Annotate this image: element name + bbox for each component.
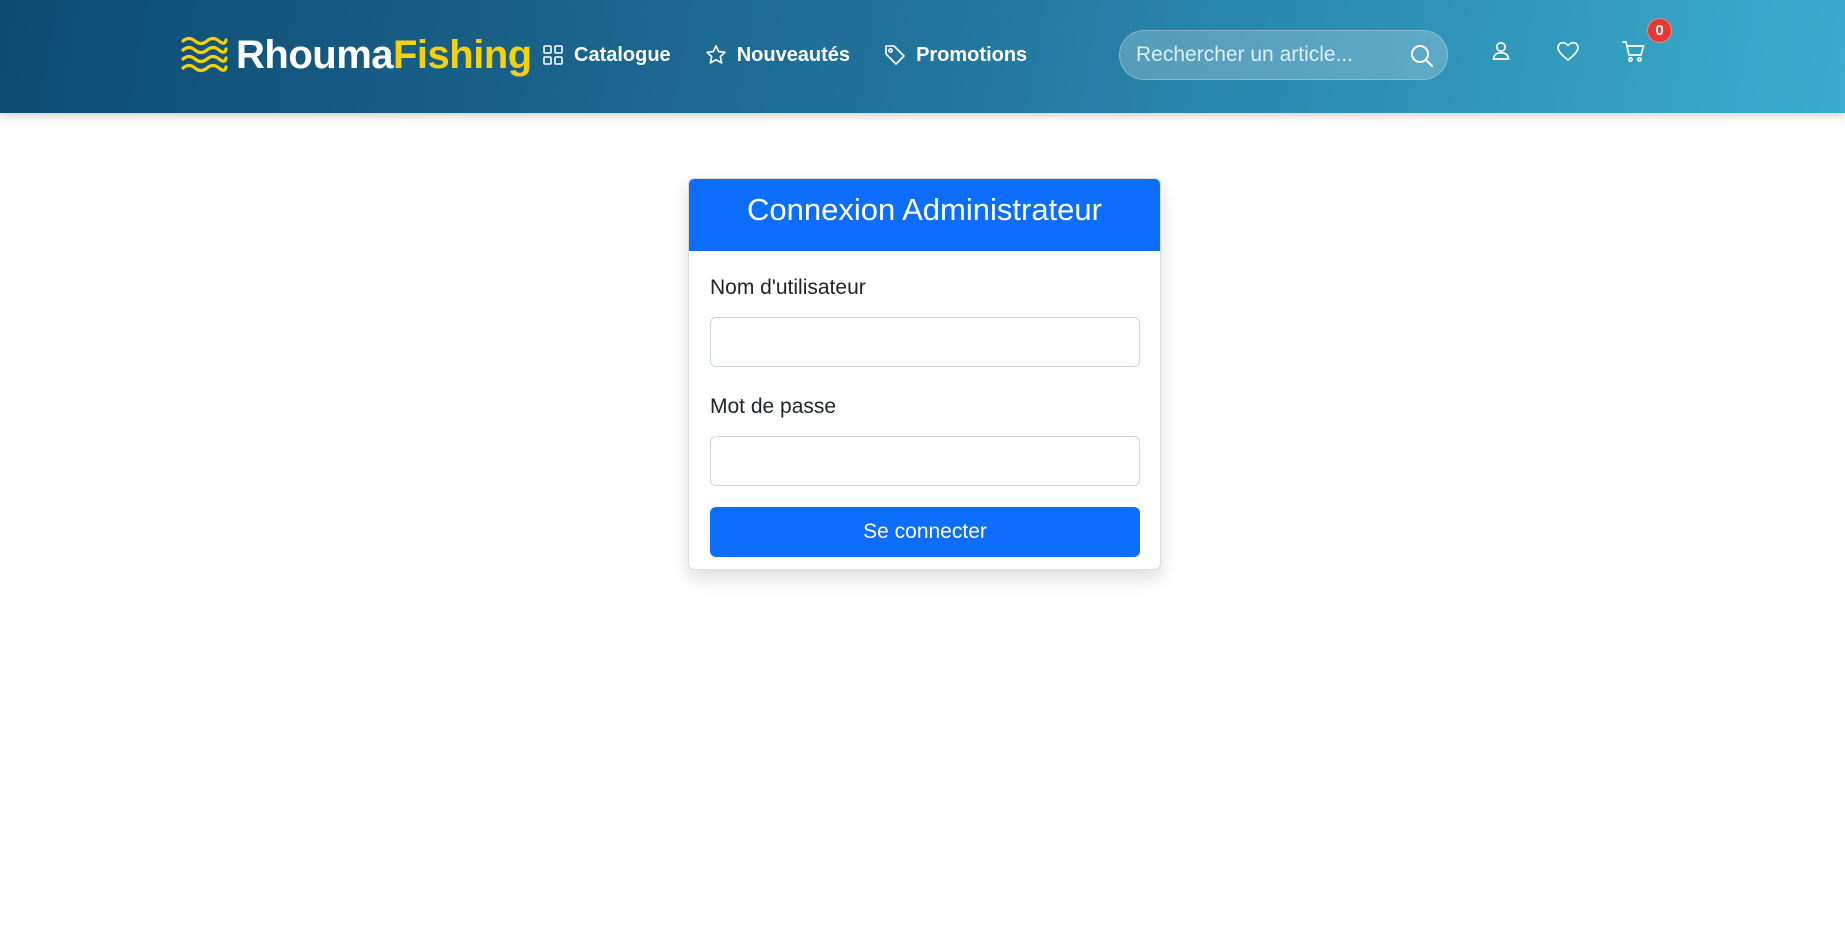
nav-item-catalogue[interactable]: Catalogue xyxy=(542,38,671,72)
tag-icon xyxy=(885,45,905,65)
nav-item-label: Catalogue xyxy=(574,43,671,66)
waves-icon xyxy=(181,36,228,73)
brand-name-main: Rhouma xyxy=(236,33,394,77)
search-input[interactable] xyxy=(1120,43,1390,67)
nav-item-nouveautes[interactable]: Nouveautés xyxy=(705,38,850,72)
brand-name: RhoumaFishing xyxy=(236,30,532,80)
password-field[interactable] xyxy=(710,436,1140,486)
cart-count-badge: 0 xyxy=(1647,18,1672,43)
nav-item-promotions[interactable]: Promotions xyxy=(884,38,1027,72)
star-icon xyxy=(705,45,726,64)
admin-login-card: Connexion Administrateur Nom d'utilisate… xyxy=(688,178,1161,570)
main-nav: Catalogue Nouveautés Promotions xyxy=(542,38,1061,72)
brand-logo-link[interactable]: RhoumaFishing xyxy=(180,30,532,80)
username-label: Nom d'utilisateur xyxy=(710,276,866,299)
nav-item-label: Promotions xyxy=(916,43,1028,66)
search-bar xyxy=(1119,30,1448,80)
search-icon[interactable] xyxy=(1409,43,1435,69)
brand-name-accent: Fishing xyxy=(393,33,532,77)
login-submit-button[interactable]: Se connecter xyxy=(710,507,1140,557)
cart-icon[interactable] xyxy=(1621,38,1647,64)
top-navbar: RhoumaFishing Catalogue Nouveautés Promo… xyxy=(0,0,1845,113)
nav-item-label: Nouveautés xyxy=(736,43,851,66)
username-field[interactable] xyxy=(710,317,1140,367)
login-form: Nom d'utilisateur Mot de passe Se connec… xyxy=(689,251,1160,557)
password-label: Mot de passe xyxy=(710,395,837,418)
user-icon[interactable] xyxy=(1488,38,1514,64)
grid-icon xyxy=(543,45,563,65)
heart-icon[interactable] xyxy=(1555,38,1581,64)
login-title: Connexion Administrateur xyxy=(689,179,1160,251)
